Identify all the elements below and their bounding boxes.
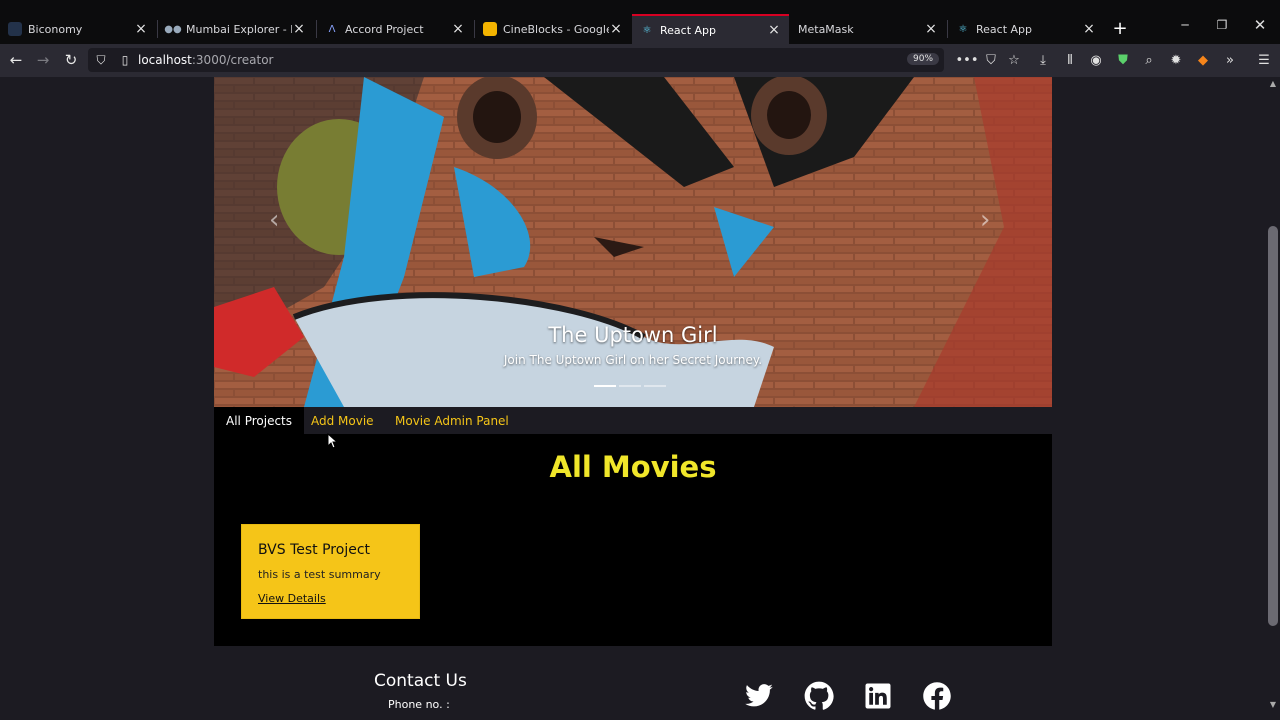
carousel-indicator[interactable]: [619, 385, 641, 387]
tab-react-app-active[interactable]: ⚛ React App ×: [632, 14, 789, 44]
zoom-badge[interactable]: 90%: [907, 53, 940, 65]
react-icon: ⚛: [642, 24, 652, 36]
pocket-icon[interactable]: ⛉: [981, 50, 1001, 70]
close-icon[interactable]: ×: [767, 22, 781, 38]
scroll-down-icon[interactable]: ▼: [1266, 700, 1280, 709]
facebook-icon[interactable]: [922, 681, 952, 711]
page-content: ‹ › The Uptown Girl Join The Uptown Girl…: [0, 77, 1266, 720]
settings-gear-icon[interactable]: ✹: [1166, 50, 1186, 70]
carousel-caption-title: The Uptown Girl: [548, 323, 718, 347]
tab-biconomy[interactable]: Biconomy ×: [0, 14, 156, 44]
slides-icon: [483, 22, 497, 36]
tab-mumbai-explorer[interactable]: ●● Mumbai Explorer - Bloc ×: [158, 14, 314, 44]
carousel-indicators: [594, 385, 666, 387]
close-icon[interactable]: ×: [134, 21, 148, 37]
adblock-shield-icon[interactable]: ⛊: [1113, 50, 1133, 70]
movies-panel: All Movies BVS Test Project this is a te…: [214, 434, 1052, 646]
minimize-icon[interactable]: ─: [1175, 18, 1195, 32]
search-icon[interactable]: ⌕: [1139, 50, 1159, 70]
shield-icon[interactable]: ⛉: [90, 49, 112, 71]
scrollbar-thumb[interactable]: [1268, 226, 1278, 626]
react-icon: ⚛: [958, 23, 968, 35]
library-icon[interactable]: ⫴: [1060, 50, 1080, 70]
github-icon[interactable]: [804, 681, 834, 711]
close-icon[interactable]: ×: [924, 21, 938, 37]
project-tabs: All Projects Add Movie Movie Admin Panel: [214, 407, 1052, 434]
contact-title: Contact Us: [374, 671, 467, 691]
new-tab-button[interactable]: +: [1110, 18, 1130, 39]
tab-all-projects[interactable]: All Projects: [214, 407, 304, 434]
carousel-indicator[interactable]: [644, 385, 666, 387]
movie-card: BVS Test Project this is a test summary …: [241, 524, 420, 619]
page-title: All Movies: [549, 450, 717, 484]
view-details-link[interactable]: View Details: [258, 592, 326, 605]
carousel-next-icon[interactable]: ›: [980, 205, 990, 235]
tab-label: React App: [660, 23, 717, 37]
tab-label: MetaMask: [798, 22, 854, 36]
tab-movie-admin-panel[interactable]: Movie Admin Panel: [383, 407, 521, 434]
linkedin-icon[interactable]: [863, 681, 893, 711]
carousel-caption-subtitle: Join The Uptown Girl on her Secret Journ…: [503, 353, 763, 367]
tab-label: CineBlocks - Google Sli: [503, 22, 609, 36]
tab-label: Accord Project: [345, 22, 424, 36]
phone-label: Phone no. :: [388, 698, 450, 711]
menu-icon[interactable]: ☰: [1254, 50, 1274, 70]
tab-cineblocks-slides[interactable]: CineBlocks - Google Sli ×: [475, 14, 631, 44]
close-icon[interactable]: ×: [609, 21, 623, 37]
carousel-indicator[interactable]: [594, 385, 616, 387]
movie-card-title: BVS Test Project: [258, 542, 371, 558]
restore-icon[interactable]: ❐: [1212, 18, 1232, 32]
movie-card-summary: this is a test summary: [258, 568, 381, 581]
tab-accord-project[interactable]: Λ Accord Project ×: [317, 14, 473, 44]
explorer-icon: ●●: [164, 23, 182, 35]
overflow-chevron-icon[interactable]: »: [1220, 50, 1240, 70]
bookmark-star-icon[interactable]: ☆: [1004, 50, 1024, 70]
close-window-icon[interactable]: ✕: [1250, 16, 1270, 34]
page-info-icon[interactable]: ▯: [114, 49, 136, 71]
biconomy-icon: [8, 22, 22, 36]
downloads-icon[interactable]: ⤓: [1033, 50, 1053, 70]
close-icon[interactable]: ×: [451, 21, 465, 37]
hero-carousel[interactable]: ‹ › The Uptown Girl Join The Uptown Girl…: [214, 77, 1052, 407]
tab-label: Mumbai Explorer - Bloc: [186, 22, 292, 36]
tab-metamask[interactable]: MetaMask ×: [790, 14, 946, 44]
close-icon[interactable]: ×: [1082, 21, 1096, 37]
metamask-fox-icon[interactable]: ◆: [1193, 50, 1213, 70]
scroll-up-icon[interactable]: ▲: [1266, 79, 1280, 88]
reload-icon[interactable]: ↻: [60, 49, 82, 71]
mouse-cursor-icon: [327, 433, 339, 449]
account-icon[interactable]: ◉: [1086, 50, 1106, 70]
url-host: localhost: [138, 53, 192, 67]
tab-strip: Biconomy × ●● Mumbai Explorer - Bloc × Λ…: [0, 0, 1280, 44]
tab-label: React App: [976, 22, 1033, 36]
twitter-icon[interactable]: [744, 681, 774, 711]
back-icon[interactable]: ←: [5, 49, 27, 71]
tab-label: Biconomy: [28, 22, 83, 36]
tab-react-app[interactable]: ⚛ React App ×: [948, 14, 1104, 44]
url-text[interactable]: localhost:3000/creator: [138, 53, 273, 67]
accord-icon: Λ: [328, 23, 336, 35]
more-actions-icon[interactable]: •••: [956, 50, 979, 70]
url-path: :3000/creator: [191, 53, 274, 67]
close-icon[interactable]: ×: [292, 21, 306, 37]
carousel-prev-icon[interactable]: ‹: [269, 205, 279, 235]
forward-icon[interactable]: →: [32, 49, 54, 71]
tab-add-movie[interactable]: Add Movie: [299, 407, 386, 434]
